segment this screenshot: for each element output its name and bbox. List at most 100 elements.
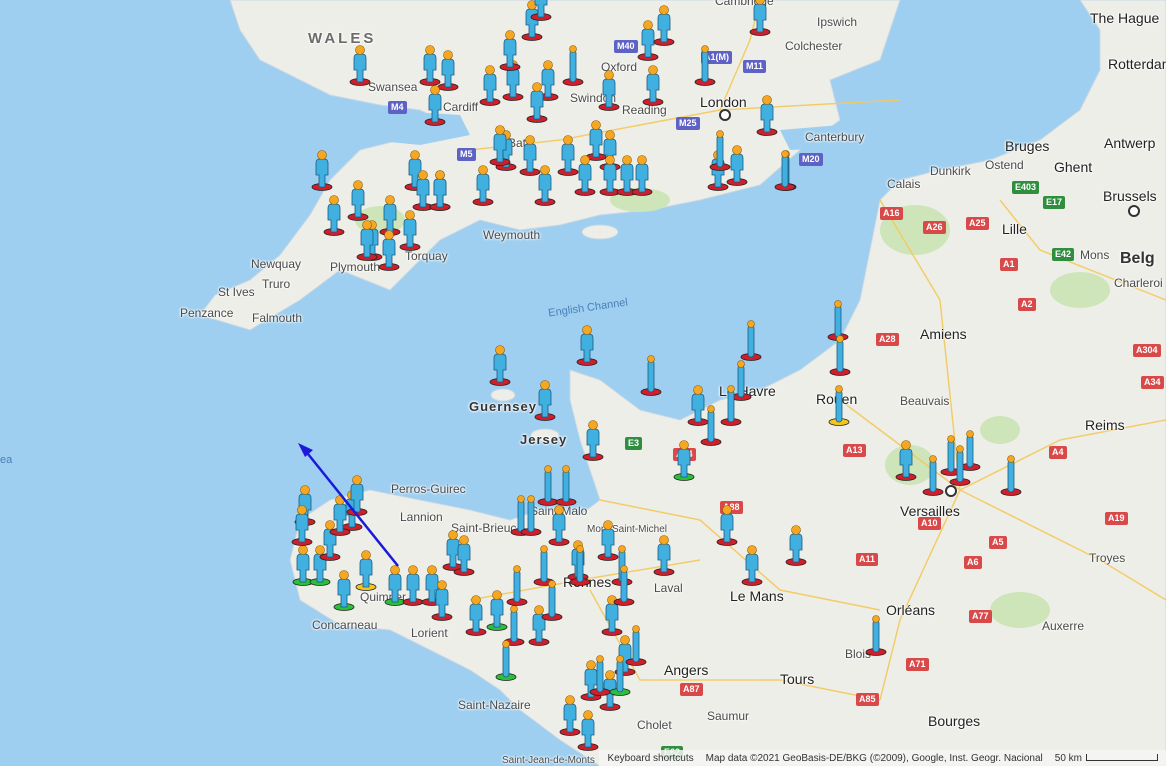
person-marker[interactable]	[828, 334, 852, 376]
place-troyes: Troyes	[1089, 551, 1126, 565]
place-ghent: Ghent	[1054, 159, 1093, 175]
person-marker[interactable]	[354, 549, 378, 591]
person-marker[interactable]	[708, 129, 732, 171]
person-marker[interactable]	[894, 439, 918, 481]
person-marker[interactable]	[346, 179, 370, 221]
road-shield: A4	[1049, 446, 1067, 459]
person-marker[interactable]	[740, 544, 764, 586]
person-marker[interactable]	[377, 229, 401, 271]
person-marker[interactable]	[533, 379, 557, 421]
road-shield: A304	[1133, 344, 1161, 357]
person-marker[interactable]	[505, 564, 529, 606]
person-marker[interactable]	[588, 654, 612, 696]
person-marker[interactable]	[310, 149, 334, 191]
road-shield: A77	[969, 610, 992, 623]
person-marker[interactable]	[739, 319, 763, 361]
person-marker[interactable]	[576, 709, 600, 751]
person-marker[interactable]	[693, 44, 717, 86]
place-lille: Lille	[1002, 221, 1027, 237]
person-marker[interactable]	[652, 534, 676, 576]
place-saint-jean-de-monts: Saint-Jean-de-Monts	[502, 755, 595, 766]
person-marker[interactable]	[999, 454, 1023, 496]
place-laval: Laval	[654, 581, 683, 595]
person-marker[interactable]	[471, 164, 495, 206]
place-charleroi: Charleroi	[1114, 276, 1163, 290]
person-marker[interactable]	[430, 579, 454, 621]
place-guernsey: Guernsey	[469, 399, 537, 414]
place-sea-edge: ea	[0, 454, 13, 466]
place-newquay: Newquay	[251, 257, 302, 271]
keyboard-shortcuts-link[interactable]: Keyboard shortcuts	[607, 753, 693, 764]
place-mons: Mons	[1080, 248, 1110, 262]
place-weymouth: Weymouth	[483, 228, 541, 242]
person-marker[interactable]	[355, 219, 379, 261]
person-marker[interactable]	[630, 154, 654, 196]
person-marker[interactable]	[554, 464, 578, 506]
person-marker[interactable]	[612, 564, 636, 606]
person-marker[interactable]	[529, 0, 553, 21]
person-marker[interactable]	[641, 64, 665, 106]
place-plymouth: Plymouth	[330, 260, 381, 274]
place-falmouth: Falmouth	[252, 311, 303, 325]
place-colchester: Colchester	[785, 39, 843, 53]
place-calais: Calais	[887, 177, 921, 191]
person-marker[interactable]	[290, 504, 314, 546]
place-rotterdam: Rotterdam	[1108, 56, 1166, 72]
person-marker[interactable]	[488, 344, 512, 386]
person-marker[interactable]	[597, 69, 621, 111]
person-marker[interactable]	[948, 444, 972, 486]
person-marker[interactable]	[652, 4, 676, 46]
person-marker[interactable]	[332, 569, 356, 611]
place-ipswich: Ipswich	[817, 15, 858, 29]
person-marker[interactable]	[827, 384, 851, 426]
person-marker[interactable]	[773, 149, 797, 191]
person-marker[interactable]	[575, 324, 599, 366]
person-marker[interactable]	[921, 454, 945, 496]
map-footer: Keyboard shortcuts Map data ©2021 GeoBas…	[599, 750, 1166, 766]
place-saumur: Saumur	[707, 709, 750, 723]
place-perros-guirec: Perros-Guirec	[391, 482, 466, 496]
road-shield: M5	[457, 148, 476, 161]
road-shield: A6	[964, 556, 982, 569]
person-marker[interactable]	[672, 439, 696, 481]
person-marker[interactable]	[452, 534, 476, 576]
road-shield: A11	[856, 553, 879, 566]
person-marker[interactable]	[581, 419, 605, 461]
person-marker[interactable]	[699, 404, 723, 446]
place-cholet: Cholet	[637, 718, 672, 732]
road-shield: A16	[880, 207, 903, 220]
road-shield: M25	[676, 117, 700, 130]
person-marker[interactable]	[494, 639, 518, 681]
road-shield: A26	[923, 221, 946, 234]
person-marker[interactable]	[573, 154, 597, 196]
person-marker[interactable]	[423, 84, 447, 126]
person-marker[interactable]	[755, 94, 779, 136]
person-marker[interactable]	[348, 44, 372, 86]
place-swansea: Swansea	[368, 80, 418, 94]
map-canvas[interactable]: WALES Swansea Cardiff Swindon Oxford Rea…	[0, 0, 1166, 766]
land-layer	[199, 0, 1166, 766]
person-marker[interactable]	[561, 44, 585, 86]
place-auxerre: Auxerre	[1042, 619, 1085, 633]
person-marker[interactable]	[525, 81, 549, 123]
person-marker[interactable]	[322, 194, 346, 236]
person-marker[interactable]	[488, 124, 512, 166]
person-marker[interactable]	[533, 164, 557, 206]
person-marker[interactable]	[398, 209, 422, 251]
person-marker[interactable]	[328, 494, 352, 536]
person-marker[interactable]	[568, 544, 592, 586]
paris-dot	[945, 485, 957, 497]
place-penzance: Penzance	[180, 306, 234, 320]
place-torquay: Torquay	[405, 249, 448, 263]
person-marker[interactable]	[498, 29, 522, 71]
person-marker[interactable]	[715, 504, 739, 546]
place-dunkirk: Dunkirk	[930, 164, 971, 178]
road-shield: A85	[856, 693, 879, 706]
person-marker[interactable]	[540, 579, 564, 621]
place-ostend: Ostend	[985, 158, 1024, 172]
person-marker[interactable]	[784, 524, 808, 566]
person-marker[interactable]	[864, 614, 888, 656]
person-marker[interactable]	[748, 0, 772, 36]
person-marker[interactable]	[639, 354, 663, 396]
person-marker[interactable]	[428, 169, 452, 211]
